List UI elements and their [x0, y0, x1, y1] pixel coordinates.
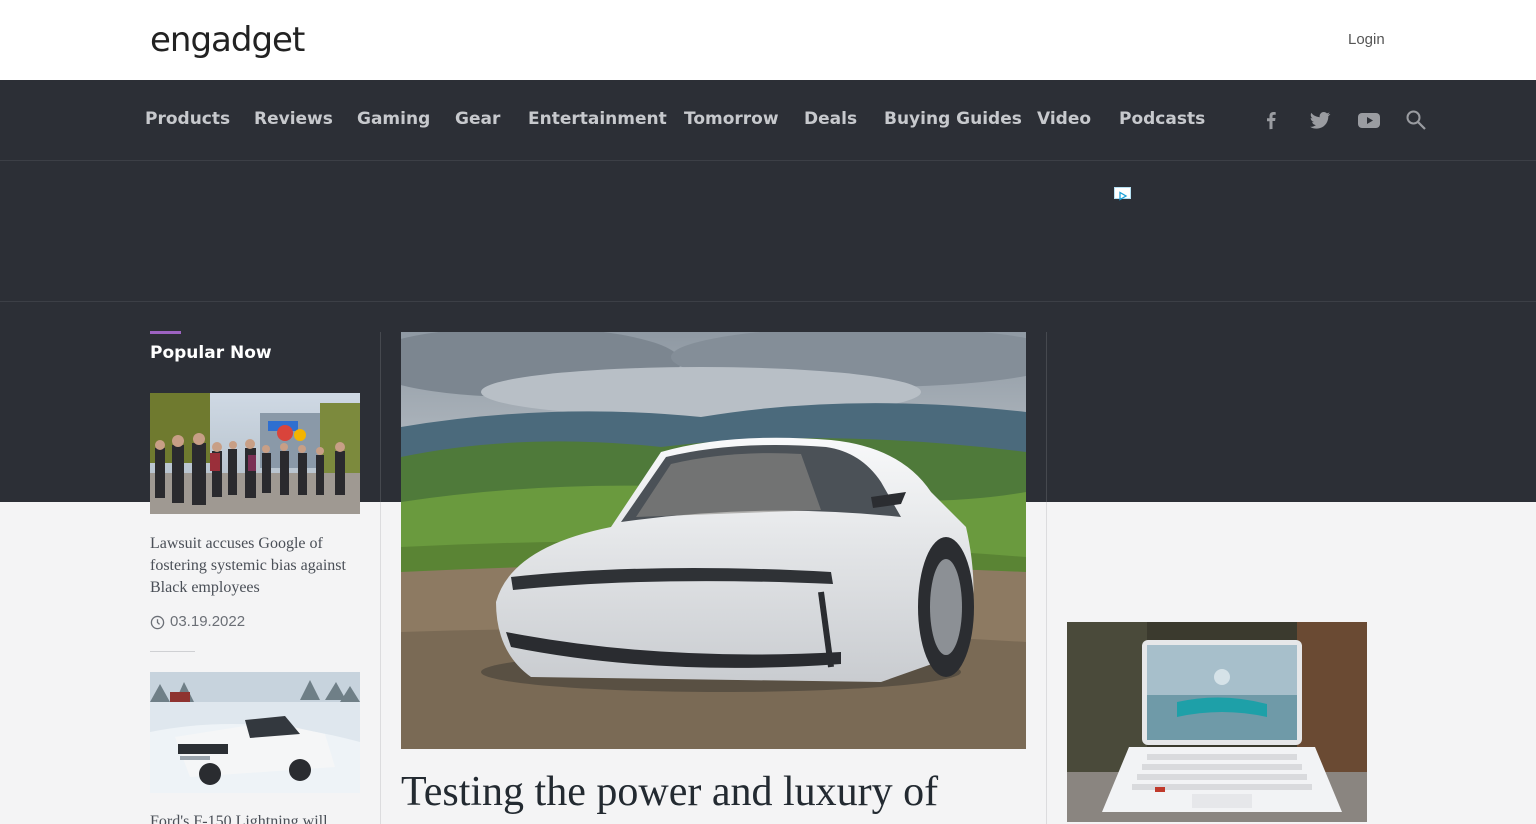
story-date-text: 03.19.2022 [170, 613, 246, 630]
hero-image[interactable] [401, 332, 1026, 749]
nav-item-gear[interactable]: Gear [455, 108, 500, 130]
twitter-icon[interactable] [1308, 108, 1332, 132]
right-column-divider-lower [1046, 502, 1047, 824]
engadget-logo[interactable]: engadget [150, 18, 305, 62]
sidebar-divider [380, 332, 381, 502]
nav-item-buying-guides[interactable]: Buying Guides [884, 108, 1022, 130]
story-thumbnail-ford[interactable] [150, 672, 360, 793]
nav-item-podcasts[interactable]: Podcasts [1119, 108, 1205, 130]
nav-item-entertainment[interactable]: Entertainment [528, 108, 667, 130]
nav-item-gaming[interactable]: Gaming [357, 108, 430, 130]
youtube-icon[interactable] [1357, 108, 1381, 132]
hero-headline[interactable]: Testing the power and luxury of [401, 768, 1041, 816]
clock-icon [150, 615, 165, 629]
login-link[interactable]: Login [1348, 31, 1385, 49]
nav-item-video[interactable]: Video [1037, 108, 1091, 130]
story-date: 03.19.2022 [150, 612, 245, 632]
sidebar-divider-lower [380, 502, 381, 824]
story-title[interactable]: Lawsuit accuses Google of fostering syst… [150, 533, 365, 599]
nav-item-deals[interactable]: Deals [804, 108, 857, 130]
ad-banner-area [0, 161, 1536, 302]
adchoices-icon[interactable] [1114, 187, 1131, 201]
facebook-icon[interactable] [1259, 108, 1283, 132]
popular-now-heading: Popular Now [150, 343, 272, 363]
story-thumbnail-google[interactable] [150, 393, 360, 514]
nav-item-tomorrow[interactable]: Tomorrow [684, 108, 779, 130]
section-accent-bar [150, 331, 181, 334]
search-icon[interactable] [1404, 108, 1428, 132]
laptop-article-image[interactable] [1067, 622, 1367, 822]
story-separator [150, 651, 195, 652]
right-column-divider [1046, 332, 1047, 502]
story-title[interactable]: Ford's F-150 Lightning will [150, 811, 365, 824]
nav-item-reviews[interactable]: Reviews [254, 108, 333, 130]
nav-item-products[interactable]: Products [145, 108, 230, 130]
